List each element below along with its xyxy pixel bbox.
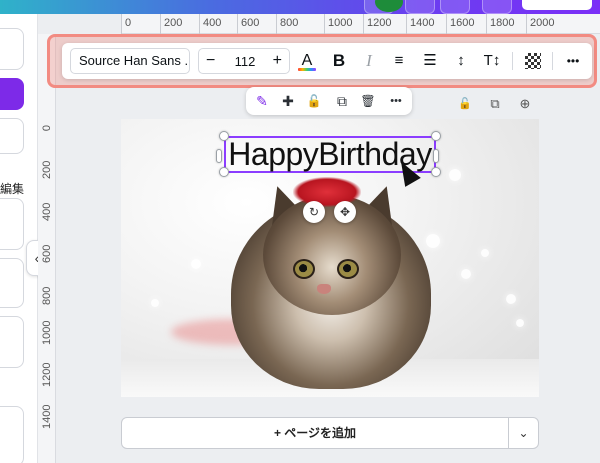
ruler-tick: 200	[41, 160, 53, 179]
italic-button[interactable]: I	[358, 51, 380, 71]
font-family-select[interactable]: Source Han Sans ...	[70, 48, 190, 74]
more-icon[interactable]: •••	[386, 92, 406, 110]
panel-card[interactable]	[0, 118, 24, 154]
text-toolbar: Source Han Sans ... − 112 + A B I ≡ ☰ ↕ …	[62, 43, 592, 79]
bold-button[interactable]: B	[328, 51, 350, 71]
lock-icon[interactable]: 🔓	[304, 92, 324, 110]
panel-card[interactable]	[0, 258, 24, 308]
text-color-icon: A	[301, 52, 313, 69]
magic-edit-icon[interactable]: ✎	[252, 92, 272, 110]
text-color-button[interactable]: A	[296, 51, 318, 71]
add-page-menu-button[interactable]: ⌄	[509, 417, 539, 449]
panel-card[interactable]	[0, 28, 24, 70]
ruler-tick: 0	[125, 17, 132, 29]
increase-size-button[interactable]: +	[273, 52, 282, 70]
more-options-button[interactable]: •••	[562, 51, 584, 71]
panel-primary-button[interactable]	[0, 78, 24, 110]
panel-card[interactable]	[0, 316, 24, 368]
left-side-panel: 編集	[0, 14, 38, 463]
resize-handle[interactable]	[219, 131, 229, 141]
ruler-tick: 800	[41, 286, 53, 305]
resize-handle[interactable]	[431, 167, 441, 177]
page-lock-icon[interactable]: 🔓	[456, 95, 474, 113]
ruler-tick: 1400	[410, 17, 435, 29]
ruler-tick: 400	[203, 17, 222, 29]
resize-handle[interactable]	[431, 131, 441, 141]
ruler-tick: 200	[164, 17, 183, 29]
decrease-size-button[interactable]: −	[206, 52, 215, 70]
ruler-top: 0 200 400 600 800 1000 1200 1400 1600 18…	[121, 14, 600, 34]
panel-card[interactable]	[0, 198, 24, 250]
list-button[interactable]: ☰	[419, 51, 441, 71]
toolbar-divider	[552, 52, 553, 70]
editor-header	[0, 0, 600, 14]
align-button[interactable]: ≡	[388, 51, 410, 71]
move-button[interactable]: ✥	[334, 201, 356, 223]
side-handle[interactable]	[433, 149, 439, 163]
ruler-tick: 600	[241, 17, 260, 29]
spacing-button[interactable]: ↕	[450, 51, 472, 71]
header-button[interactable]	[405, 0, 435, 14]
panel-card[interactable]	[0, 406, 24, 463]
comment-icon[interactable]: ✚	[278, 92, 298, 110]
ruler-tick: 1000	[328, 17, 353, 29]
page-add-icon[interactable]: ⊕	[516, 95, 534, 113]
page-duplicate-icon[interactable]: ⧉	[486, 95, 504, 113]
color-swatch	[298, 68, 316, 71]
ruler-left: 0 200 400 600 800 1000 1200 1400	[38, 34, 56, 463]
ruler-tick: 400	[41, 202, 53, 221]
ruler-tick: 1600	[450, 17, 475, 29]
resize-handle[interactable]	[219, 167, 229, 177]
ruler-tick: 1200	[41, 362, 53, 387]
ruler-tick: 800	[280, 17, 299, 29]
move-icon: ✥	[339, 205, 351, 219]
header-button[interactable]	[482, 0, 512, 14]
rotate-icon: ↻	[308, 205, 320, 219]
header-button[interactable]	[440, 0, 470, 14]
add-page-button[interactable]: + ページを追加	[121, 417, 509, 449]
ruler-tick: 1000	[41, 320, 53, 345]
text-effects-button[interactable]: T↕	[481, 51, 503, 71]
edit-label: 編集	[0, 182, 25, 196]
toolbar-divider	[512, 52, 513, 70]
transparency-icon[interactable]	[525, 53, 541, 69]
ruler-tick: 600	[41, 244, 53, 263]
trash-icon[interactable]: 🗑	[358, 92, 378, 110]
ruler-tick: 2000	[530, 17, 555, 29]
side-handle[interactable]	[216, 149, 222, 163]
font-size-input[interactable]: 112	[227, 54, 263, 69]
ruler-tick: 1200	[367, 17, 392, 29]
font-size-stepper: − 112 +	[198, 48, 290, 74]
duplicate-icon[interactable]: ⧉	[332, 92, 352, 110]
element-context-toolbar: ✎ ✚ 🔓 ⧉ 🗑 •••	[246, 87, 412, 115]
ruler-tick: 0	[41, 124, 53, 132]
rotate-button[interactable]: ↻	[303, 201, 325, 223]
chevron-down-icon: ⌄	[518, 426, 529, 440]
share-button[interactable]	[522, 0, 592, 10]
ruler-tick: 1400	[41, 404, 53, 429]
ruler-tick: 1800	[490, 17, 515, 29]
